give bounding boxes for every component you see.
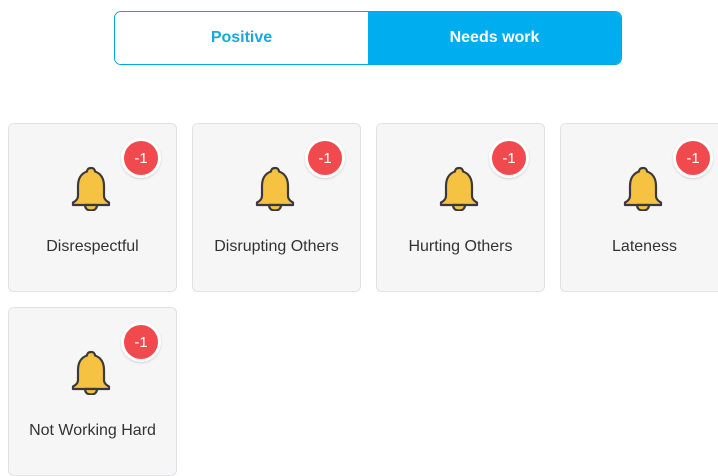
behavior-card[interactable]: -1 Hurting Others	[376, 123, 545, 292]
behavior-label: Disrespectful	[46, 237, 139, 255]
behavior-label: Disrupting Others	[214, 237, 339, 255]
tab-positive[interactable]: Positive	[115, 12, 368, 64]
behavior-label: Not Working Hard	[29, 421, 156, 439]
bell-icon	[69, 165, 113, 212]
behavior-card[interactable]: -1 Disrespectful	[8, 123, 177, 292]
behavior-card[interactable]: -1 Disrupting Others	[192, 123, 361, 292]
points-value: -1	[124, 325, 158, 359]
bell-icon	[69, 349, 113, 396]
behavior-card[interactable]: -1 Lateness	[560, 123, 718, 292]
points-badge: -1	[121, 322, 161, 362]
points-value: -1	[308, 141, 342, 175]
points-value: -1	[124, 141, 158, 175]
behavior-label: Hurting Others	[408, 237, 513, 255]
behavior-label: Lateness	[612, 237, 677, 255]
behavior-card[interactable]: -1 Not Working Hard	[8, 307, 177, 476]
feedback-type-tabs: Positive Needs work	[114, 11, 622, 65]
points-badge: -1	[121, 138, 161, 178]
points-value: -1	[492, 141, 526, 175]
points-badge: -1	[673, 138, 713, 178]
points-badge: -1	[305, 138, 345, 178]
tab-needs-work[interactable]: Needs work	[368, 12, 621, 64]
points-value: -1	[676, 141, 710, 175]
bell-icon	[253, 165, 297, 212]
bell-icon	[621, 165, 665, 212]
points-badge: -1	[489, 138, 529, 178]
bell-icon	[437, 165, 481, 212]
